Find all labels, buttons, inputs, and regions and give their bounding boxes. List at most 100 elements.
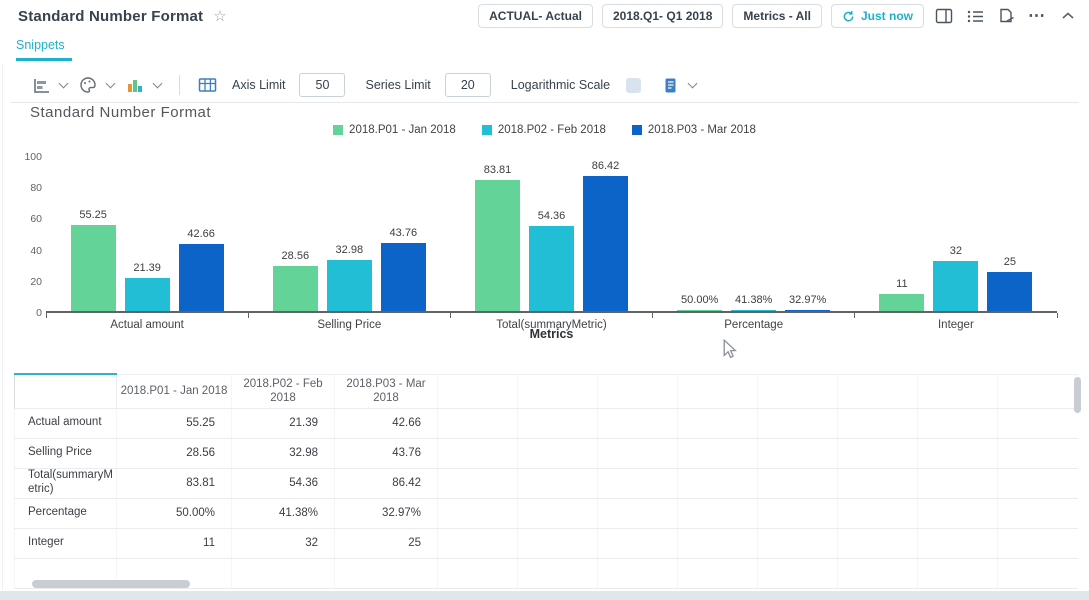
grid-empty-cell <box>758 528 838 558</box>
chart-style-dropdown-chevron[interactable] <box>153 79 163 89</box>
grid-empty-cell <box>838 528 918 558</box>
grid-value-cell[interactable]: 83.81 <box>117 468 232 498</box>
chart-bar[interactable] <box>529 226 574 311</box>
grid-empty-cell <box>438 528 518 558</box>
chart-bar[interactable] <box>179 244 224 311</box>
chart-bar[interactable] <box>475 180 520 311</box>
chart-bar[interactable] <box>731 310 776 311</box>
x-axis-tick <box>854 313 855 318</box>
chart-style-button[interactable] <box>124 74 146 96</box>
list-view-button[interactable] <box>964 5 986 27</box>
tab-snippets[interactable]: Snippets <box>16 38 72 61</box>
grid-empty-cell <box>758 468 838 498</box>
grid-row-label[interactable]: Selling Price <box>15 438 117 468</box>
x-axis-title: Metrics <box>46 327 1057 341</box>
bar-value-label: 21.39 <box>120 262 174 274</box>
grid-value-cell[interactable]: 28.56 <box>117 438 232 468</box>
chart-toolbar: Axis Limit Series Limit Logarithmic Scal… <box>30 70 1069 100</box>
grid-column-header[interactable]: 2018.P03 - Mar 2018 <box>335 374 438 408</box>
grid-row-label[interactable]: Integer <box>15 528 117 558</box>
grid-value-cell[interactable]: 86.42 <box>335 468 438 498</box>
grid-column-header[interactable]: 2018.P02 - Feb 2018 <box>232 374 335 408</box>
grid-empty-header <box>838 374 918 408</box>
export-button[interactable] <box>659 74 681 96</box>
grid-empty-header <box>758 374 838 408</box>
grid-empty-cell <box>998 468 1078 498</box>
filter-pill[interactable]: ACTUAL- Actual <box>478 4 593 28</box>
grid-empty-cell <box>678 438 758 468</box>
grid-value-cell[interactable]: 21.39 <box>232 408 335 438</box>
grid-row-label[interactable]: Actual amount <box>15 408 117 438</box>
grid-value-cell[interactable]: 25 <box>335 528 438 558</box>
list-icon <box>967 9 984 24</box>
grid-value-cell[interactable]: 32.98 <box>232 438 335 468</box>
grid-value-cell[interactable]: 11 <box>117 528 232 558</box>
grid-empty-cell <box>918 528 998 558</box>
grid-value-cell[interactable]: 42.66 <box>335 408 438 438</box>
axis-limit-input[interactable] <box>299 73 345 97</box>
legend-item[interactable]: 2018.P01 - Jan 2018 <box>333 124 456 136</box>
refresh-status-pill[interactable]: Just now <box>831 4 924 28</box>
grid-column-header[interactable]: 2018.P01 - Jan 2018 <box>117 374 232 408</box>
top-header: Standard Number Format ☆ ACTUAL- Actual 2… <box>0 0 1089 32</box>
panel-view-button[interactable] <box>933 5 955 27</box>
favorite-star-icon[interactable]: ☆ <box>213 9 226 24</box>
grid-empty-cell <box>598 438 678 468</box>
filter-pill[interactable]: Metrics - All <box>732 4 822 28</box>
palette-dropdown-chevron[interactable] <box>106 79 116 89</box>
chart-bar[interactable] <box>381 243 426 311</box>
grid-empty-header <box>678 374 758 408</box>
grid-view-button[interactable] <box>196 74 218 96</box>
legend-item[interactable]: 2018.P02 - Feb 2018 <box>482 124 606 136</box>
collapse-header-button[interactable] <box>1057 5 1079 27</box>
filter-pills: ACTUAL- Actual 2018.Q1- Q1 2018 Metrics - … <box>478 4 822 28</box>
grid-row-label[interactable]: Total(summaryMetric) <box>15 468 117 498</box>
grid-empty-cell <box>438 438 518 468</box>
grid-value-cell[interactable]: 54.36 <box>232 468 335 498</box>
page-title: Standard Number Format <box>18 8 203 25</box>
chart-bar[interactable] <box>583 176 628 311</box>
filter-pill[interactable]: 2018.Q1- Q1 2018 <box>602 4 723 28</box>
grid-icon <box>198 77 217 93</box>
grid-row-label[interactable]: Percentage <box>15 498 117 528</box>
more-options-button[interactable]: ⋯ <box>1026 5 1048 27</box>
grid-corner-cell[interactable] <box>15 374 117 408</box>
grid-value-cell[interactable]: 32.97% <box>335 498 438 528</box>
x-axis-tick <box>652 313 653 318</box>
legend-swatch <box>333 125 343 135</box>
table-row: Selling Price28.5632.9843.76 <box>15 438 1078 468</box>
table-horizontal-scrollbar[interactable] <box>32 580 190 588</box>
chart-bar[interactable] <box>125 278 170 311</box>
bar-value-label: 32 <box>929 245 983 257</box>
refresh-icon <box>842 10 855 23</box>
color-palette-button[interactable] <box>77 74 99 96</box>
export-dropdown-chevron[interactable] <box>688 79 698 89</box>
grid-value-cell[interactable]: 55.25 <box>117 408 232 438</box>
ellipsis-icon: ⋯ <box>1028 6 1046 26</box>
chart-bar[interactable] <box>879 294 924 311</box>
logarithmic-scale-checkbox[interactable] <box>626 78 641 93</box>
grid-empty-cell <box>758 408 838 438</box>
chart-bar[interactable] <box>71 225 116 311</box>
chart-bar[interactable] <box>933 261 978 311</box>
chart-bar[interactable] <box>677 310 722 311</box>
y-tick-label: 20 <box>14 276 42 288</box>
edit-document-button[interactable] <box>995 5 1017 27</box>
chart-type-button[interactable] <box>30 74 52 96</box>
table-vertical-scrollbar[interactable] <box>1074 377 1081 413</box>
grid-empty-cell <box>998 438 1078 468</box>
grid-value-cell[interactable]: 32 <box>232 528 335 558</box>
grid-value-cell[interactable]: 41.38% <box>232 498 335 528</box>
legend-item[interactable]: 2018.P03 - Mar 2018 <box>632 124 756 136</box>
table-row: Actual amount55.2521.3942.66 <box>15 408 1078 438</box>
document-edit-icon <box>998 8 1015 25</box>
grid-empty-cell <box>678 528 758 558</box>
series-limit-input[interactable] <box>445 73 491 97</box>
chart-bar[interactable] <box>273 266 318 311</box>
chart-bar[interactable] <box>785 310 830 311</box>
grid-value-cell[interactable]: 50.00% <box>117 498 232 528</box>
chart-bar[interactable] <box>987 272 1032 311</box>
chart-type-dropdown-chevron[interactable] <box>59 79 69 89</box>
chart-bar[interactable] <box>327 260 372 311</box>
grid-value-cell[interactable]: 43.76 <box>335 438 438 468</box>
